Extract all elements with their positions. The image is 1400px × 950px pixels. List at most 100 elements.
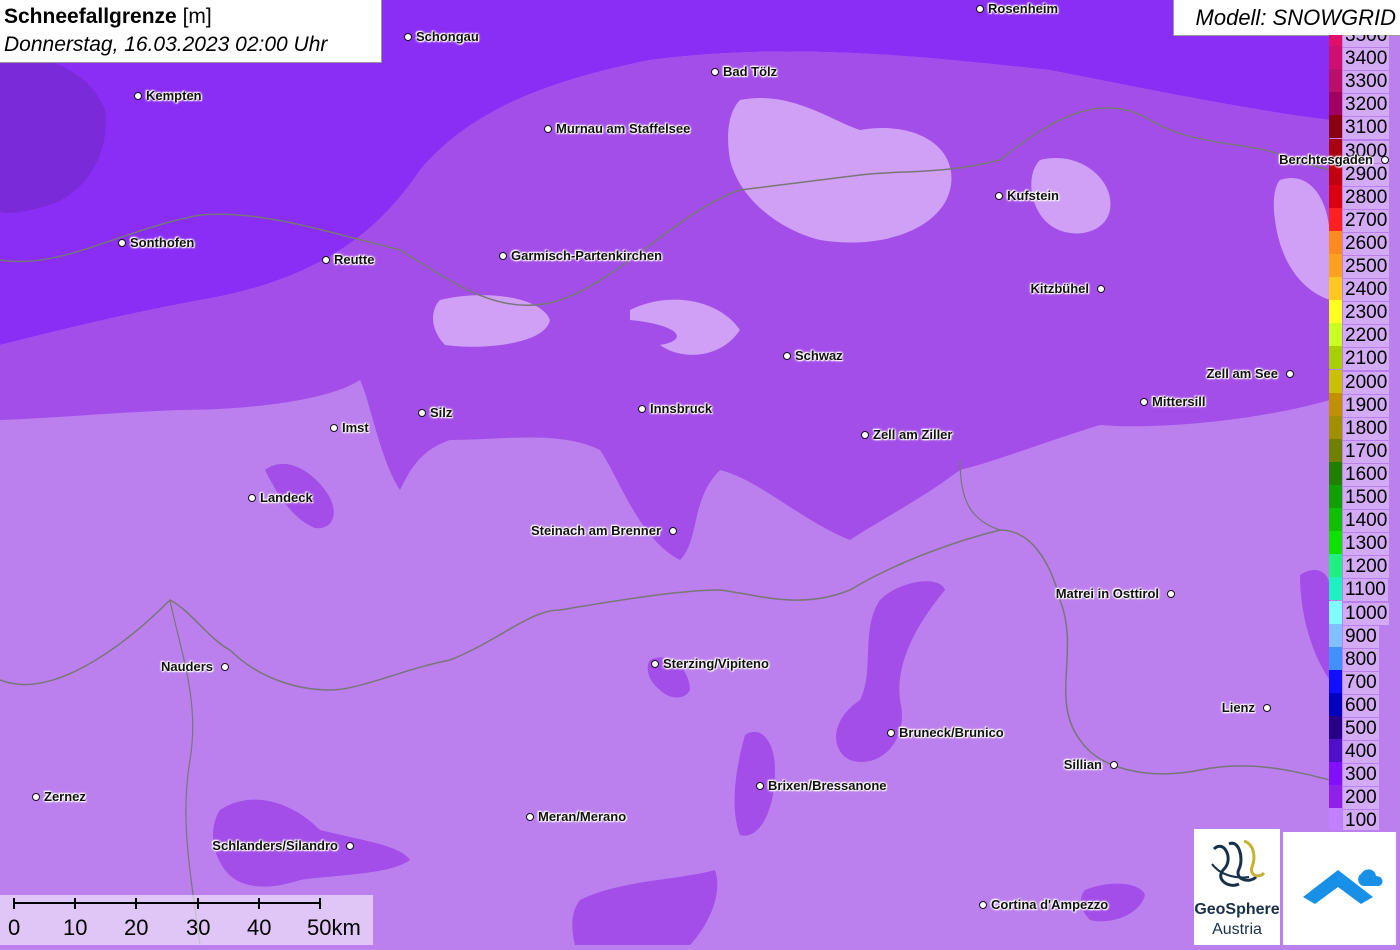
legend-swatch (1329, 230, 1342, 254)
legend-label: 300 (1343, 764, 1379, 787)
legend-swatch (1329, 739, 1342, 763)
city-dot-icon (669, 527, 677, 535)
legend-label: 2300 (1343, 302, 1390, 325)
legend-label: 600 (1343, 694, 1379, 717)
city-dot-icon (330, 424, 338, 432)
legend-row: 1200 (1329, 554, 1400, 579)
scale-label: 50km (307, 915, 361, 940)
city-label: Brixen/Bressanone (768, 778, 887, 793)
legend-row: 600 (1329, 692, 1400, 717)
legend-swatch (1329, 808, 1342, 830)
city-label: Steinach am Brenner (530, 523, 661, 538)
legend-swatch (1329, 184, 1342, 208)
city-dot-icon (651, 660, 659, 668)
city-label: Kempten (146, 88, 202, 103)
snowfall-map[interactable] (0, 0, 1400, 945)
legend-swatch (1329, 554, 1342, 578)
legend-swatch (1329, 35, 1342, 46)
legend-swatch (1329, 531, 1342, 555)
legend-label: 2500 (1343, 256, 1390, 278)
legend-row: 1500 (1329, 485, 1400, 509)
city-label: Lienz (1221, 700, 1255, 715)
geosphere-logo-subtext: Austria (1212, 921, 1262, 938)
city-label: Schwaz (795, 348, 843, 363)
legend-label: 1500 (1343, 487, 1390, 509)
legend-swatch (1329, 369, 1342, 393)
city-dot-icon (979, 901, 987, 909)
legend-row: 1600 (1329, 461, 1400, 486)
legend-label: 2200 (1343, 325, 1390, 348)
legend-swatch (1329, 300, 1342, 324)
legend-row: 1000 (1329, 600, 1400, 625)
legend-swatch (1329, 346, 1342, 370)
geosphere-logo[interactable]: GeoSphere Austria (1194, 829, 1280, 945)
scale-label: 0 (8, 915, 21, 940)
city-label: Sonthofen (130, 235, 195, 250)
scale-label: 40 (247, 915, 272, 940)
city-dot-icon (322, 256, 330, 264)
legend-swatch (1329, 254, 1342, 277)
legend-label: 2600 (1343, 232, 1390, 255)
legend-label: 700 (1343, 671, 1379, 694)
legend-row: 1900 (1329, 392, 1400, 417)
legend-row: 2500 (1329, 254, 1400, 278)
legend-row: 3500 (1329, 35, 1400, 47)
legend-swatch (1329, 785, 1342, 809)
city-dot-icon (118, 239, 126, 247)
scale-label: 20 (124, 915, 149, 940)
legend-label: 500 (1343, 718, 1379, 740)
legend-row: 2200 (1329, 323, 1400, 348)
legend-row: 800 (1329, 646, 1400, 671)
legend-swatch (1329, 461, 1342, 485)
city-dot-icon (404, 33, 412, 41)
city-label: Schongau (416, 29, 479, 44)
legend-row: 1400 (1329, 508, 1400, 533)
legend-row: 3300 (1329, 69, 1400, 94)
legend-swatch (1329, 207, 1342, 231)
city-label: Berchtesgaden (1279, 152, 1373, 167)
legend-swatch (1329, 392, 1342, 416)
legend-label: 2100 (1343, 348, 1390, 371)
city-dot-icon (134, 92, 142, 100)
city-label: Nauders (160, 659, 213, 674)
city-label: Zernez (44, 789, 86, 804)
city-label: Zell am Ziller (873, 427, 953, 442)
legend-swatch (1329, 115, 1342, 139)
legend-row: 1100 (1329, 577, 1400, 602)
city-dot-icon (995, 192, 1003, 200)
legend-row: 1800 (1329, 415, 1400, 440)
legend-swatch (1329, 46, 1342, 70)
city-dot-icon (346, 842, 354, 850)
legend-label: 200 (1343, 787, 1379, 810)
city-dot-icon (248, 494, 256, 502)
legend-swatch (1329, 716, 1342, 739)
legend-label: 2000 (1343, 371, 1390, 394)
legend-row: 2100 (1329, 346, 1400, 371)
legend-row: 700 (1329, 669, 1400, 694)
scale-bar: 0 10 20 30 40 50km (0, 895, 373, 945)
city-label: Bruneck/Brunico (899, 725, 1004, 740)
legend-swatch (1329, 323, 1342, 347)
city-dot-icon (32, 793, 40, 801)
city-label: Sillian (1063, 757, 1102, 772)
legend-label: 1100 (1343, 579, 1388, 602)
legend-row: 1300 (1329, 531, 1400, 556)
city-dot-icon (526, 813, 534, 821)
legend-label: 400 (1343, 741, 1379, 764)
legend-row: 100 (1329, 808, 1400, 830)
legend-swatch (1329, 692, 1342, 716)
city-dot-icon (418, 409, 426, 417)
city-label: Mittersill (1152, 394, 1206, 409)
legend-row: 200 (1329, 785, 1400, 810)
city-label: Kitzbühel (1030, 281, 1090, 296)
legend-label: 1300 (1343, 533, 1390, 556)
legend-label: 2400 (1343, 279, 1390, 302)
legend-swatch (1329, 508, 1342, 532)
legend-label: 3300 (1343, 71, 1390, 94)
legend-label: 1200 (1343, 556, 1390, 579)
city-label: Schlanders/Silandro (212, 838, 338, 853)
app-logo[interactable] (1283, 832, 1396, 945)
legend-row: 2300 (1329, 300, 1400, 325)
city-dot-icon (638, 405, 646, 413)
legend-label: 3100 (1343, 117, 1390, 140)
